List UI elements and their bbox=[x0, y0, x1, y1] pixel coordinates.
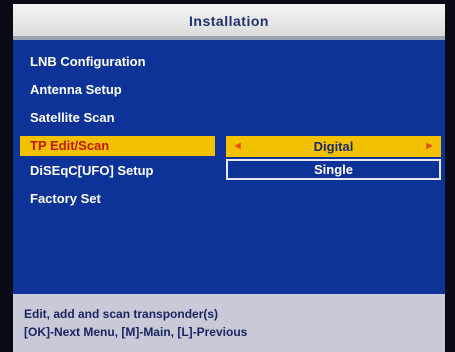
tp-edit-scan-value-selector[interactable]: ◄ Digital ► bbox=[226, 136, 441, 157]
menu-item-antenna-setup[interactable]: Antenna Setup bbox=[20, 80, 215, 100]
header-bar: Installation bbox=[13, 4, 445, 40]
menu-panel: LNB Configuration Antenna Setup Satellit… bbox=[13, 40, 445, 294]
diseqc-setup-value: Single bbox=[313, 162, 353, 177]
help-description: Edit, add and scan transponder(s) bbox=[24, 307, 219, 321]
left-arrow-icon[interactable]: ◄ bbox=[232, 136, 243, 157]
menu-item-tp-edit-scan[interactable]: TP Edit/Scan bbox=[20, 136, 215, 156]
help-key-hints: [OK]-Next Menu, [M]-Main, [L]-Previous bbox=[24, 325, 248, 339]
menu-item-satellite-scan[interactable]: Satellite Scan bbox=[20, 108, 215, 128]
installation-screen: Installation LNB Configuration Antenna S… bbox=[0, 0, 455, 352]
menu-item-lnb-configuration[interactable]: LNB Configuration bbox=[20, 52, 215, 72]
right-arrow-icon[interactable]: ► bbox=[424, 136, 435, 157]
menu-item-factory-set[interactable]: Factory Set bbox=[20, 189, 215, 209]
diseqc-setup-value-selector[interactable]: Single bbox=[226, 159, 441, 180]
menu-item-diseqc-setup[interactable]: DiSEqC[UFO] Setup bbox=[20, 161, 215, 181]
page-title: Installation bbox=[189, 13, 269, 29]
help-footer: Edit, add and scan transponder(s) [OK]-N… bbox=[13, 294, 445, 352]
tp-edit-scan-value: Digital bbox=[313, 139, 354, 154]
